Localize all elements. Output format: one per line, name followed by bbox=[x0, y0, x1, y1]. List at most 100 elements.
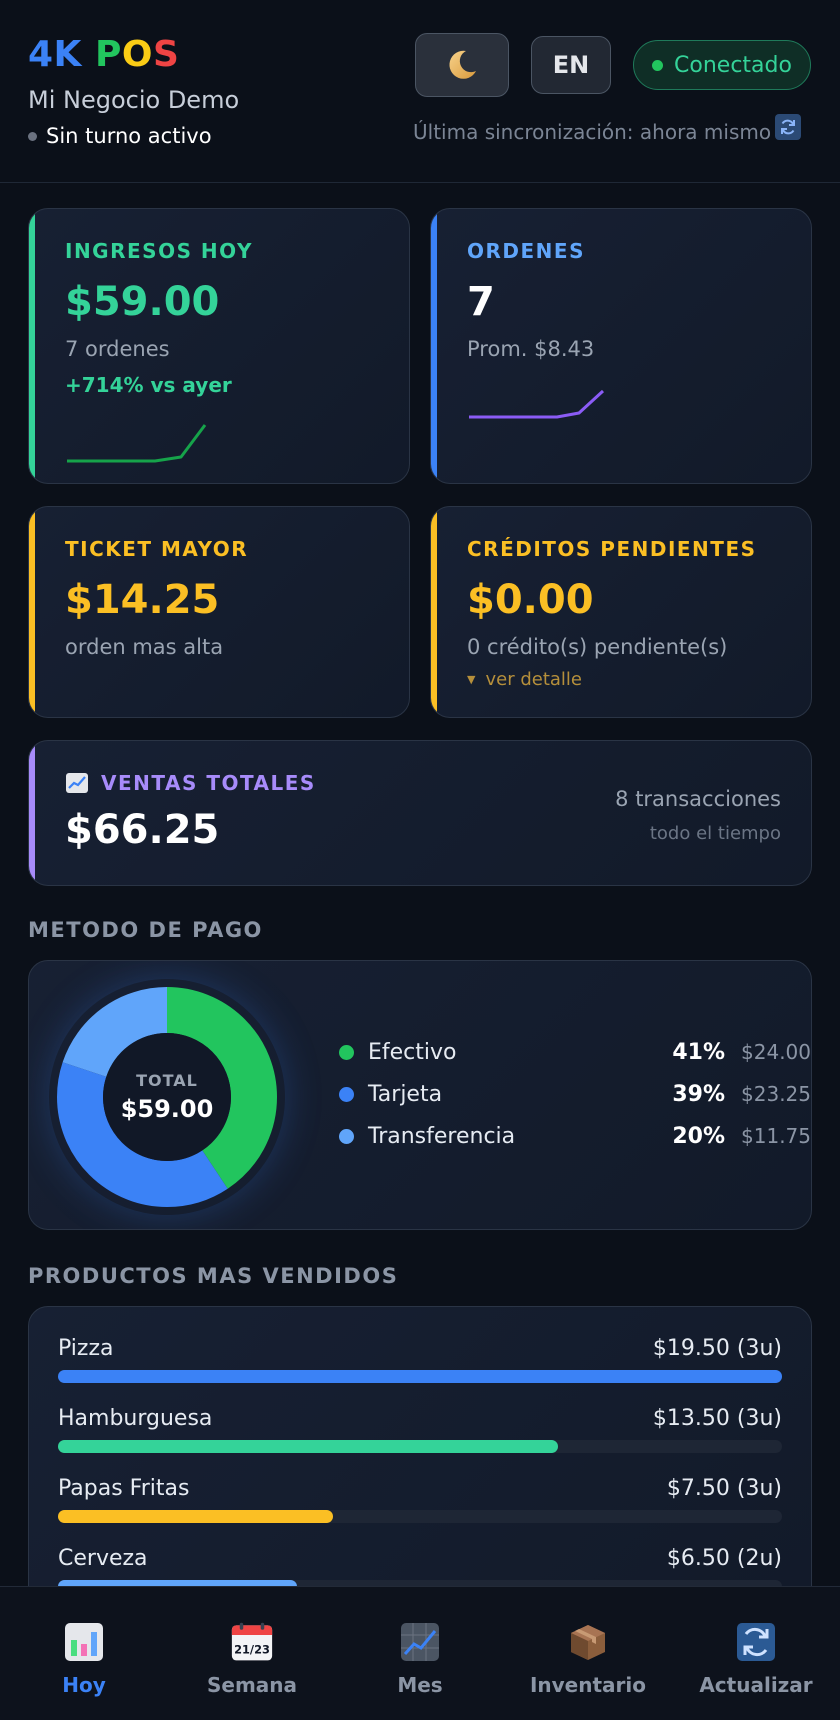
connection-status-badge: Conectado bbox=[633, 40, 811, 90]
card-value: $0.00 bbox=[467, 577, 594, 623]
legend-row-cash: Efectivo 41% $24.00 bbox=[339, 1037, 811, 1067]
card-value: $59.00 bbox=[65, 279, 220, 325]
total-sales-header: VENTAS TOTALES bbox=[65, 771, 316, 795]
nav-week[interactable]: 21/23 Semana bbox=[168, 1587, 336, 1720]
period-label: todo el tiempo bbox=[649, 823, 781, 844]
package-icon bbox=[567, 1621, 609, 1663]
nav-today[interactable]: Hoy bbox=[0, 1587, 168, 1720]
orders-sparkline bbox=[469, 389, 605, 419]
card-value: 7 bbox=[467, 279, 495, 325]
product-name: Pizza bbox=[58, 1336, 114, 1361]
legend-amount: $24.00 bbox=[741, 1040, 811, 1064]
app-logo: 4K POS bbox=[28, 34, 179, 75]
refresh-icon bbox=[781, 119, 795, 135]
caret-down-icon: ▼ bbox=[467, 673, 476, 686]
line-chart-icon bbox=[399, 1621, 441, 1663]
shift-status-dot bbox=[28, 131, 37, 141]
products-section-title: PRODUCTOS MAS VENDIDOS bbox=[28, 1264, 399, 1288]
payment-method-card: TOTAL $59.00 Efectivo 41% $24.00 Tarjeta… bbox=[28, 960, 812, 1230]
connection-status-text: Conectado bbox=[674, 52, 792, 78]
logo-s: S bbox=[153, 34, 180, 75]
legend-percent: 41% bbox=[672, 1039, 725, 1065]
product-amount: $19.50 (3u) bbox=[652, 1336, 782, 1361]
product-amount: $7.50 (3u) bbox=[666, 1476, 782, 1501]
card-sub: 7 ordenes bbox=[65, 337, 170, 361]
nav-label: Inventario bbox=[529, 1673, 647, 1697]
product-name: Cerveza bbox=[58, 1546, 148, 1571]
legend-dot bbox=[339, 1044, 354, 1060]
logo-4k: 4K bbox=[28, 34, 82, 75]
product-name: Papas Fritas bbox=[58, 1476, 190, 1501]
legend-percent: 39% bbox=[672, 1081, 725, 1107]
logo-p: P bbox=[95, 34, 122, 75]
donut-center-label: TOTAL bbox=[136, 1071, 198, 1090]
moon-icon bbox=[449, 50, 476, 79]
product-bar-track bbox=[58, 1440, 782, 1453]
payment-section-title: METODO DE PAGO bbox=[28, 918, 263, 942]
logo-o: O bbox=[121, 34, 153, 75]
product-bar-track bbox=[58, 1510, 782, 1523]
card-accent bbox=[29, 507, 35, 717]
nav-month[interactable]: Mes bbox=[336, 1587, 504, 1720]
legend-name: Efectivo bbox=[368, 1039, 457, 1065]
calendar-icon: 21/23 bbox=[231, 1621, 273, 1663]
total-sales-card[interactable]: VENTAS TOTALES $66.25 8 transacciones to… bbox=[28, 740, 812, 886]
product-name: Hamburguesa bbox=[58, 1406, 213, 1431]
card-label: CRÉDITOS PENDIENTES bbox=[467, 537, 757, 561]
card-label: TICKET MAYOR bbox=[65, 537, 249, 561]
nav-label: Mes bbox=[397, 1673, 443, 1697]
language-button[interactable]: EN bbox=[531, 36, 611, 94]
nav-label: Semana bbox=[206, 1673, 298, 1697]
donut-center-value: $59.00 bbox=[120, 1095, 214, 1123]
income-sparkline bbox=[67, 424, 207, 463]
product-bar-track bbox=[58, 1370, 782, 1383]
card-label: ORDENES bbox=[467, 239, 585, 263]
product-bar-fill bbox=[58, 1370, 782, 1383]
legend-row-transfer: Transferencia 20% $11.75 bbox=[339, 1121, 811, 1151]
bottom-navigation: Hoy 21/23 Semana Mes Inventario Actualiz… bbox=[0, 1586, 840, 1720]
orders-card[interactable]: ORDENES 7 Prom. $8.43 bbox=[430, 208, 812, 484]
card-value: $66.25 bbox=[65, 807, 220, 853]
legend-percent: 20% bbox=[672, 1123, 725, 1149]
legend-amount: $11.75 bbox=[741, 1124, 811, 1148]
legend-dot bbox=[339, 1128, 354, 1144]
bar-chart-icon bbox=[63, 1621, 105, 1663]
header: 4K POS Mi Negocio Demo Sin turno activo … bbox=[0, 0, 840, 183]
shift-status-text: Sin turno activo bbox=[46, 124, 212, 148]
top-ticket-card[interactable]: TICKET MAYOR $14.25 orden mas alta bbox=[28, 506, 410, 718]
legend-name: Tarjeta bbox=[368, 1081, 443, 1107]
legend-amount: $23.25 bbox=[741, 1082, 811, 1106]
card-sub: 0 crédito(s) pendiente(s) bbox=[467, 635, 728, 659]
calendar-icon-text: 21/23 bbox=[234, 1642, 270, 1656]
legend-dot bbox=[339, 1086, 354, 1102]
card-accent bbox=[29, 209, 35, 483]
sync-refresh-button[interactable] bbox=[775, 114, 801, 140]
refresh-icon bbox=[735, 1621, 777, 1663]
legend-name: Transferencia bbox=[368, 1123, 516, 1149]
card-accent bbox=[29, 741, 35, 885]
nav-inventory[interactable]: Inventario bbox=[504, 1587, 672, 1720]
business-name: Mi Negocio Demo bbox=[28, 86, 240, 114]
nav-label: Actualizar bbox=[699, 1673, 813, 1697]
theme-toggle-button[interactable] bbox=[415, 33, 509, 97]
card-accent bbox=[431, 507, 437, 717]
card-sub: Prom. $8.43 bbox=[467, 337, 595, 361]
shift-status: Sin turno activo bbox=[28, 124, 212, 148]
pending-credits-card[interactable]: CRÉDITOS PENDIENTES $0.00 0 crédito(s) p… bbox=[430, 506, 812, 718]
income-today-card[interactable]: INGRESOS HOY $59.00 7 ordenes +714% vs a… bbox=[28, 208, 410, 484]
connection-dot bbox=[652, 59, 664, 71]
last-sync-text: Última sincronización: ahora mismo bbox=[413, 120, 772, 144]
legend-row-card: Tarjeta 39% $23.25 bbox=[339, 1079, 811, 1109]
card-value: $14.25 bbox=[65, 577, 220, 623]
card-trend: +714% vs ayer bbox=[65, 373, 232, 397]
nav-label: Hoy bbox=[62, 1673, 106, 1697]
view-detail-toggle[interactable]: ▼ ver detalle bbox=[467, 669, 582, 690]
card-sub: orden mas alta bbox=[65, 635, 224, 659]
product-bar-fill bbox=[58, 1440, 558, 1453]
product-amount: $6.50 (2u) bbox=[666, 1546, 782, 1571]
card-label: INGRESOS HOY bbox=[65, 239, 253, 263]
nav-refresh[interactable]: Actualizar bbox=[672, 1587, 840, 1720]
chart-increasing-icon bbox=[66, 773, 88, 793]
card-label: VENTAS TOTALES bbox=[101, 771, 316, 795]
product-bar-fill bbox=[58, 1510, 334, 1523]
